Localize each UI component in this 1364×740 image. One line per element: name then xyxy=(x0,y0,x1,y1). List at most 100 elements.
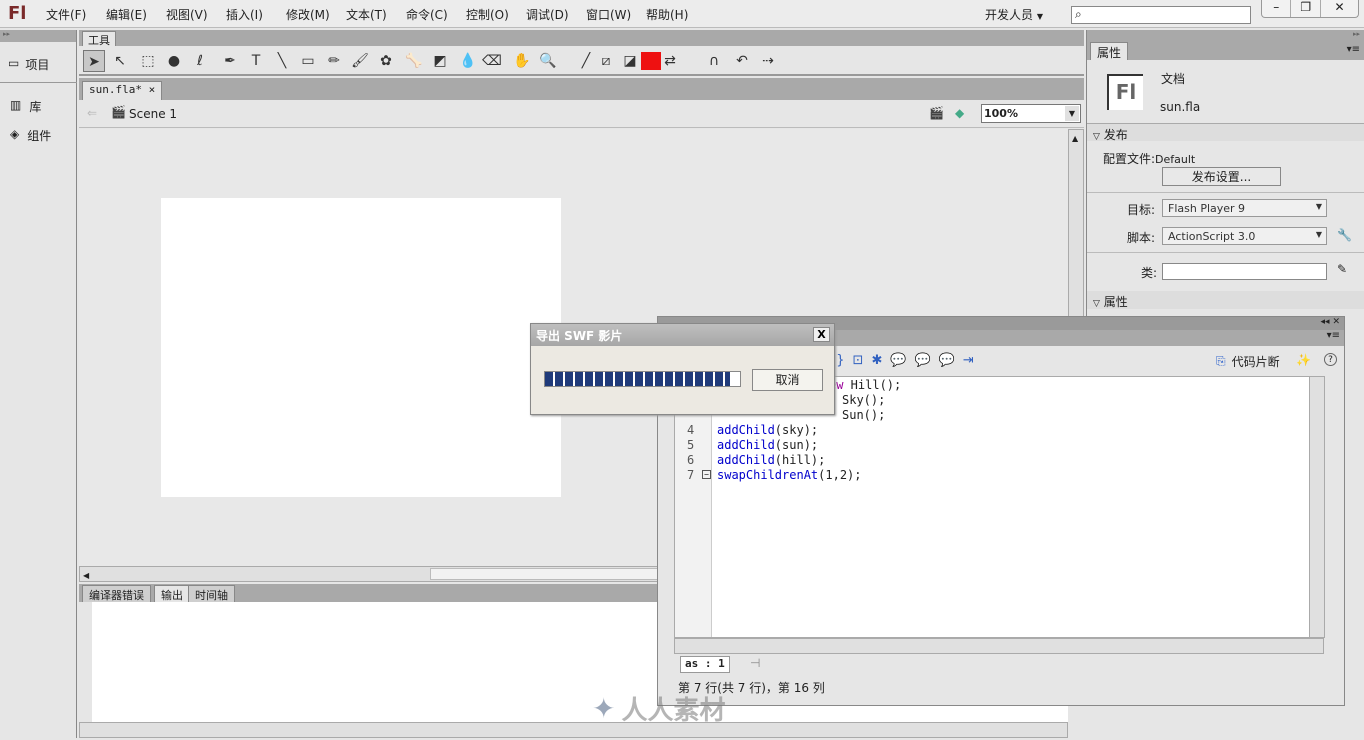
panel-menu-icon[interactable]: ▾≡ xyxy=(1347,44,1360,55)
class-label: 类: xyxy=(1141,266,1158,280)
eyedropper-icon[interactable]: 💧 xyxy=(457,50,479,72)
cancel-button[interactable]: 取消 xyxy=(752,369,823,391)
script-select[interactable]: ActionScript 3.0 ▼ xyxy=(1162,227,1327,245)
library-icon: ▥ xyxy=(10,98,22,112)
target-value: Flash Player 9 xyxy=(1168,202,1246,215)
rectangle-tool-icon[interactable]: ▭ xyxy=(297,50,319,72)
publish-settings-button[interactable]: 发布设置... xyxy=(1162,167,1281,186)
code-snippets-button[interactable]: ⎘ 代码片断 xyxy=(1216,353,1280,370)
code-vertical-scrollbar[interactable] xyxy=(1309,376,1325,638)
lasso-icon[interactable]: ℓ xyxy=(189,50,211,72)
class-input[interactable] xyxy=(1162,263,1327,280)
output-horizontal-scrollbar[interactable] xyxy=(79,722,1068,738)
tab-properties[interactable]: 属性 xyxy=(1090,42,1129,60)
deco-tool-icon[interactable]: ✿ xyxy=(375,50,397,72)
scene-icon: 🎬 xyxy=(111,105,126,119)
zoom-select[interactable]: 100% ▼ xyxy=(981,104,1081,123)
code-editor[interactable]: ew Hill(); Sky(); Sun(); 4 addChild(sky);… xyxy=(674,376,1324,638)
left-panel: ▸▸ ▭ 项目 ▥ 库 ◈ 组件 xyxy=(0,30,77,738)
pin-icon[interactable]: ⊣ xyxy=(750,656,760,670)
stage[interactable] xyxy=(161,198,561,497)
minimize-button[interactable]: – xyxy=(1262,0,1292,17)
fill-bucket-icon[interactable]: ◪ xyxy=(619,50,641,72)
wand-icon[interactable]: ✨ xyxy=(1296,353,1311,367)
menu-item[interactable]: 帮助(H) xyxy=(646,6,688,23)
restore-button[interactable]: ❐ xyxy=(1291,0,1321,17)
properties-section-header[interactable]: ▽ 属性 xyxy=(1087,291,1364,309)
no-color-icon[interactable]: ⧄ xyxy=(595,50,617,72)
menu-item[interactable]: 编辑(E) xyxy=(106,6,147,23)
script-file-tab[interactable]: as : 1 xyxy=(680,656,730,673)
close-window-button[interactable]: ✕ xyxy=(1321,0,1358,17)
collapse-icon[interactable]: ▸▸ xyxy=(1087,30,1364,42)
tab-document[interactable]: sun.fla* × xyxy=(82,81,163,100)
block-comment-icon[interactable]: 💬 xyxy=(890,353,906,368)
tab-bottom-panel[interactable]: 编译器错误 xyxy=(82,585,151,602)
help-icon[interactable]: ? xyxy=(1324,353,1337,366)
tab-bottom-panel[interactable]: 时间轴 xyxy=(188,585,235,602)
menu-item[interactable]: 控制(O) xyxy=(466,6,509,23)
menu-item[interactable]: 窗口(W) xyxy=(586,6,631,23)
menu-item[interactable]: 文件(F) xyxy=(46,6,86,23)
pen-tool-icon[interactable]: ✒ xyxy=(219,50,241,72)
menu-item[interactable]: 文本(T) xyxy=(346,6,387,23)
tab-tools[interactable]: 工具 xyxy=(82,31,116,47)
hand-tool-icon[interactable]: ✋ xyxy=(511,50,533,72)
menu-item[interactable]: 视图(V) xyxy=(166,6,208,23)
close-tab-icon[interactable]: × xyxy=(149,83,156,96)
free-transform-icon[interactable]: ⬚ xyxy=(137,50,159,72)
remove-comment-icon[interactable]: 💬 xyxy=(939,353,955,368)
edit-scene-icon[interactable]: 🎬 xyxy=(929,106,944,120)
collapse-icon[interactable]: ◂◂ xyxy=(1321,317,1330,327)
tab-bottom-panel[interactable]: 输出 xyxy=(154,585,190,602)
panel-menu-icon[interactable]: ▾≡ xyxy=(1327,330,1340,341)
snap-magnet-icon[interactable]: ∩ xyxy=(703,50,725,72)
scene-label[interactable]: Scene 1 xyxy=(129,107,177,121)
stroke-color-icon[interactable]: ╱ xyxy=(575,50,597,72)
panel-item-library[interactable]: ▥ 库 xyxy=(10,98,41,115)
expand-all-icon[interactable]: ✱ xyxy=(871,353,882,368)
menu-item[interactable]: 调试(D) xyxy=(526,6,569,23)
line-number: 5 xyxy=(687,438,695,452)
line-tool-icon[interactable]: ╲ xyxy=(271,50,293,72)
menu-item[interactable]: 修改(M) xyxy=(286,6,330,23)
target-select[interactable]: Flash Player 9 ▼ xyxy=(1162,199,1327,217)
edit-symbols-icon[interactable]: ◆ xyxy=(955,106,964,120)
pencil-icon[interactable]: ✎ xyxy=(1337,262,1347,276)
collapse-selection-icon[interactable]: ⊡ xyxy=(853,353,864,368)
eraser-icon[interactable]: ⌫ xyxy=(481,50,503,72)
smooth-icon[interactable]: ↶ xyxy=(731,50,753,72)
back-arrow-icon[interactable]: ⇐ xyxy=(87,106,97,120)
toolbox-icon[interactable]: ⇥ xyxy=(963,353,974,368)
profile-value: Default xyxy=(1155,153,1196,166)
expand-icon[interactable]: ▸▸ xyxy=(0,30,76,42)
wrench-icon[interactable]: 🔧 xyxy=(1337,228,1352,242)
fill-color-swatch[interactable] xyxy=(641,52,661,70)
line-comment-icon[interactable]: 💬 xyxy=(915,353,931,368)
straighten-icon[interactable]: ⇢ xyxy=(757,50,779,72)
swap-colors-icon[interactable]: ⇄ xyxy=(659,50,681,72)
publish-section-header[interactable]: ▽ 发布 xyxy=(1087,123,1364,142)
scrollbar-thumb[interactable] xyxy=(430,568,670,580)
panel-item-project[interactable]: ▭ 项目 xyxy=(8,56,49,73)
menu-item[interactable]: 插入(I) xyxy=(226,6,263,23)
workspace-switcher[interactable]: 开发人员 ▼ xyxy=(985,6,1043,23)
panel-item-components[interactable]: ◈ 组件 xyxy=(10,127,51,144)
search-input[interactable]: ⌕ xyxy=(1071,6,1251,24)
pencil-tool-icon[interactable]: ✏ xyxy=(323,50,345,72)
selection-tool-icon[interactable]: ➤ xyxy=(83,50,105,72)
brush-tool-icon[interactable]: 🖌 xyxy=(349,50,371,72)
subselection-tool-icon[interactable]: ↖ xyxy=(109,50,131,72)
bone-tool-icon[interactable]: 🦴 xyxy=(403,50,425,72)
menu-item[interactable]: 命令(C) xyxy=(406,6,448,23)
code-horizontal-scrollbar[interactable] xyxy=(674,638,1324,654)
dialog-close-button[interactable]: X xyxy=(813,327,830,342)
fold-icon[interactable]: − xyxy=(702,470,711,479)
3d-rotation-icon[interactable]: ● xyxy=(163,50,185,72)
zoom-tool-icon[interactable]: 🔍 xyxy=(537,50,559,72)
paint-bucket-icon[interactable]: ◩ xyxy=(429,50,451,72)
triangle-down-icon: ▽ xyxy=(1093,132,1100,142)
text-tool-icon[interactable]: T xyxy=(245,50,267,72)
watermark-logo: ✦ 人人素材 xyxy=(592,692,726,726)
close-panel-icon[interactable]: ✕ xyxy=(1332,317,1340,327)
